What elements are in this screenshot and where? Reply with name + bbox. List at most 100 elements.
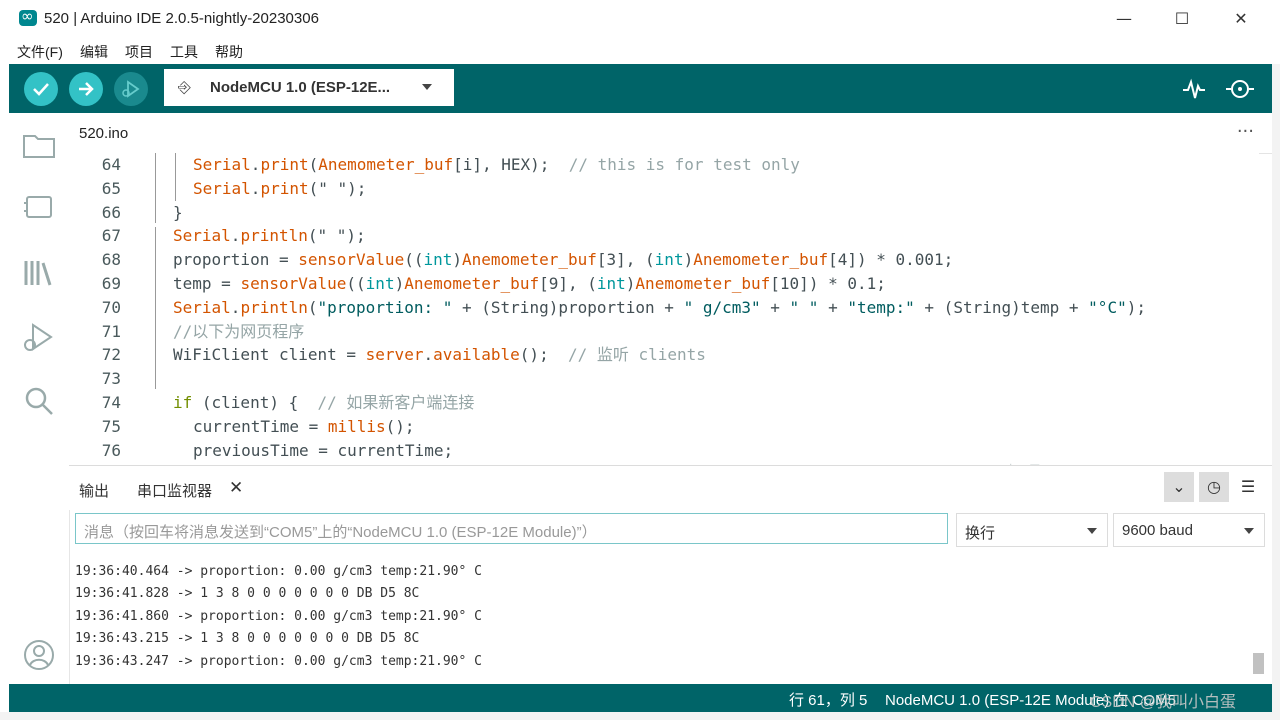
code-text: Serial.println(" "); — [173, 226, 366, 246]
chevron-down-icon — [1244, 528, 1254, 534]
debug-icon — [122, 80, 140, 98]
code-text: if (client) { // 如果新客户端连接 — [173, 393, 475, 412]
bottom-panel-tabs: 输出 串口监视器 ✕ ⌄ ◷ ☰ — [69, 465, 1272, 510]
code-text: currentTime = millis(); — [193, 416, 415, 436]
code-line: 72 WiFiClient client = server.available()… — [69, 343, 1259, 367]
board-selector[interactable]: ⎆ NodeMCU 1.0 (ESP-12E... — [164, 69, 454, 106]
baud-rate-select[interactable]: 9600 baud — [1113, 513, 1265, 547]
line-number: 68 — [101, 250, 121, 270]
serial-line: 19:36:43.247 -> proportion: 0.00 g/cm3 t… — [75, 654, 482, 669]
menu-tools[interactable]: 工具 — [170, 42, 198, 62]
line-number: 71 — [101, 321, 121, 341]
tab-output[interactable]: 输出 — [79, 480, 109, 501]
status-bar: 行 61，列 5 NodeMCU 1.0 (ESP-12E Module) 在 … — [9, 684, 1272, 712]
tab-serial-monitor[interactable]: 串口监视器 — [137, 480, 212, 501]
line-number: 69 — [101, 274, 121, 293]
serial-line: 19:36:41.828 -> 1 3 8 0 0 0 0 0 0 0 DB D… — [75, 586, 420, 601]
code-line: 64 Serial.print(Anemometer_buf[i], HEX); … — [69, 153, 1259, 177]
account-icon[interactable] — [21, 637, 57, 673]
code-line: 71 //以下为网页程序 — [69, 320, 1259, 344]
line-number: 74 — [101, 393, 121, 412]
code-line: 73 — [69, 367, 1259, 391]
board-icon[interactable] — [21, 189, 57, 225]
serial-message-input[interactable]: 消息（按回车将消息发送到“COM5”上的“NodeMCU 1.0 (ESP-12… — [75, 513, 948, 544]
line-number: 66 — [101, 202, 121, 222]
menu-bar: 文件(F) 编辑 项目 工具 帮助 — [0, 38, 1280, 64]
code-text: proportion = sensorValue((int)Anemometer… — [173, 250, 954, 270]
code-text: Serial.println("proportion: " + (String)… — [173, 297, 1146, 317]
menu-edit[interactable]: 编辑 — [80, 42, 108, 62]
minimize-button[interactable]: — — [1101, 4, 1147, 34]
code-line: 70 Serial.println("proportion: " + (Strin… — [69, 296, 1259, 320]
more-actions-icon[interactable]: ··· — [1237, 121, 1254, 142]
menu-help[interactable]: 帮助 — [215, 42, 243, 62]
window-edge-right — [1272, 64, 1280, 720]
sidebar — [9, 113, 70, 684]
line-number: 73 — [101, 369, 121, 389]
code-line: 68 proportion = sensorValue((int)Anemomet… — [69, 248, 1259, 272]
code-text: Serial.print(Anemometer_buf[i], HEX); //… — [193, 155, 800, 174]
folder-icon[interactable] — [21, 127, 57, 163]
upload-button[interactable] — [69, 72, 103, 106]
code-editor[interactable]: 64 Serial.print(Anemometer_buf[i], HEX); … — [69, 153, 1259, 465]
chevron-down-icon — [1087, 528, 1097, 534]
title-bar: 520 | Arduino IDE 2.0.5-nightly-20230306… — [0, 0, 1280, 38]
code-text: temp = sensorValue((int)Anemometer_buf[9… — [173, 274, 886, 293]
clear-output-button[interactable]: ☰ — [1233, 472, 1263, 502]
code-text: Serial.print(" "); — [193, 178, 367, 198]
code-line: 66} — [69, 201, 1259, 225]
menu-sketch[interactable]: 项目 — [125, 42, 153, 62]
code-line: 74 if (client) { // 如果新客户端连接 — [69, 391, 1259, 415]
line-number: 70 — [101, 297, 121, 317]
code-text: previousTime = currentTime; — [193, 440, 454, 460]
autoscroll-button[interactable]: ⌄ — [1164, 472, 1194, 502]
code-line: 65 Serial.print(" "); — [69, 177, 1259, 201]
window-edge-bottom — [0, 712, 1280, 720]
window-title: 520 | Arduino IDE 2.0.5-nightly-20230306 — [44, 10, 319, 27]
search-icon[interactable] — [21, 383, 57, 419]
code-line: 69 temp = sensorValue((int)Anemometer_buf… — [69, 272, 1259, 296]
line-number: 76 — [101, 440, 121, 460]
line-number: 67 — [101, 226, 121, 246]
line-number: 65 — [101, 178, 121, 198]
timestamp-button[interactable]: ◷ — [1199, 472, 1229, 502]
toolbar: ⎆ NodeMCU 1.0 (ESP-12E... — [9, 64, 1272, 113]
serial-output: 19:36:40.464 -> proportion: 0.00 g/cm3 t… — [75, 560, 1245, 680]
serial-line: 19:36:43.215 -> 1 3 8 0 0 0 0 0 0 0 DB D… — [75, 631, 420, 646]
serial-plotter-icon[interactable] — [1181, 76, 1207, 102]
serial-line: 19:36:40.464 -> proportion: 0.00 g/cm3 t… — [75, 564, 482, 579]
debug-button[interactable] — [114, 72, 148, 106]
menu-file[interactable]: 文件(F) — [17, 42, 63, 62]
code-text: //以下为网页程序 — [173, 321, 305, 341]
editor-tab-bar: 520.ino ··· — [69, 113, 1272, 154]
close-window-button[interactable]: ✕ — [1218, 4, 1264, 34]
close-icon[interactable]: ✕ — [229, 478, 243, 498]
library-icon[interactable] — [21, 255, 57, 291]
code-line: 67 Serial.println(" "); — [69, 224, 1259, 248]
chevron-down-icon — [422, 84, 432, 90]
baud-rate-value: 9600 baud — [1122, 522, 1193, 539]
line-ending-select[interactable]: 换行 — [956, 513, 1108, 547]
check-icon — [33, 83, 49, 96]
line-number: 64 — [101, 155, 121, 174]
tab-520-ino[interactable]: 520.ino — [79, 125, 128, 142]
maximize-button[interactable]: ☐ — [1159, 4, 1205, 34]
serial-scrollbar[interactable] — [1253, 653, 1264, 674]
code-text: WiFiClient client = server.available(); … — [173, 345, 706, 365]
line-number: 75 — [101, 416, 121, 436]
verify-button[interactable] — [24, 72, 58, 106]
board-name: NodeMCU 1.0 (ESP-12E... — [210, 79, 391, 96]
code-text: } — [173, 202, 183, 222]
arrow-right-icon — [79, 82, 94, 96]
arduino-logo-icon — [19, 7, 37, 26]
debug-icon[interactable] — [21, 319, 57, 355]
serial-monitor-icon[interactable] — [1225, 76, 1255, 102]
line-ending-value: 换行 — [965, 525, 996, 542]
code-line: 75 currentTime = millis(); — [69, 415, 1259, 439]
code-line: 76 previousTime = currentTime; — [69, 439, 1259, 463]
usb-icon: ⎆ — [178, 77, 191, 96]
window-edge-left — [0, 64, 9, 720]
cursor-position: 行 61，列 5 — [789, 692, 868, 709]
line-number: 72 — [101, 345, 121, 365]
serial-line: 19:36:41.860 -> proportion: 0.00 g/cm3 t… — [75, 609, 482, 624]
